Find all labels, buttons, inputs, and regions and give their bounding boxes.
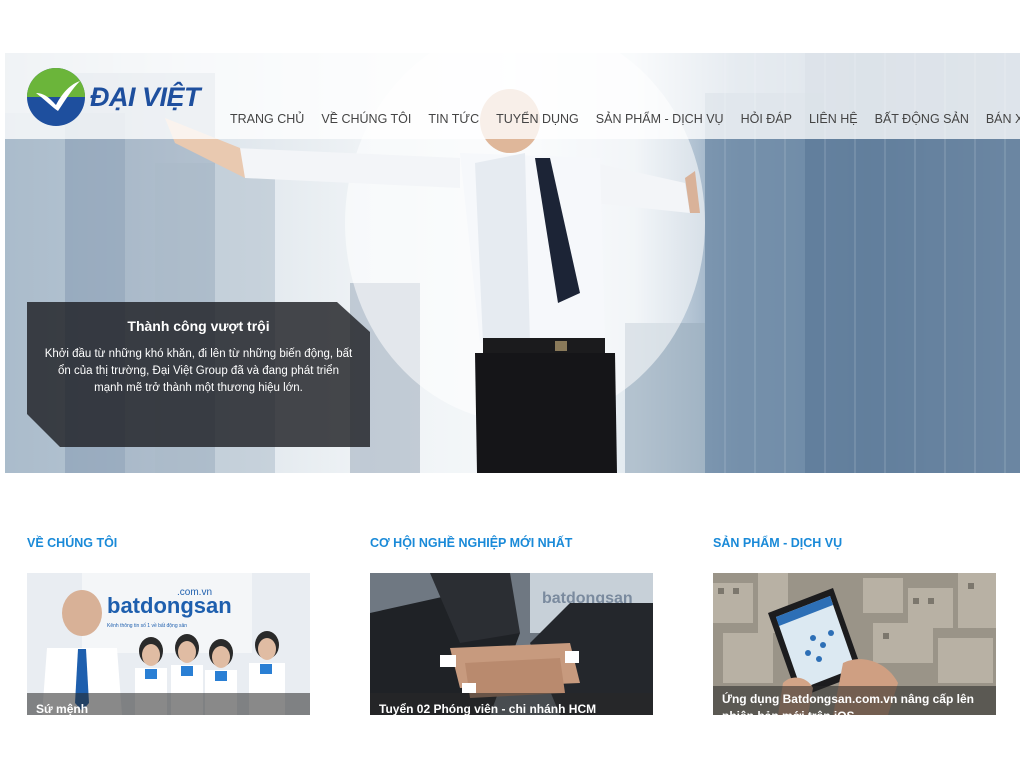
nav-item-real-estate[interactable]: BẤT ĐỘNG SẢN [875, 112, 969, 126]
careers-card[interactable]: batdongsan Tuyển 02 Phóng viên - chi nhá… [370, 573, 653, 715]
section-title[interactable]: SẢN PHẨM - DỊCH VỤ [713, 536, 996, 552]
card-caption[interactable]: Ứng dụng Batdongsan.com.vn nâng cấp lên … [713, 686, 996, 715]
top-navigation-bar: ĐẠI VIỆT TRANG CHỦ VỀ CHÚNG TÔI TIN TỨC … [5, 53, 1020, 139]
section-title[interactable]: CƠ HỘI NGHỀ NGHIỆP MỚI NHẤT [370, 536, 653, 552]
card-caption[interactable]: Sứ mệnh [27, 693, 310, 715]
nav-item-about[interactable]: VỀ CHÚNG TÔI [321, 112, 411, 126]
hero-caption: Thành công vượt trội Khởi đầu từ những k… [27, 302, 370, 447]
section-products: SẢN PHẨM - DỊCH VỤ Ứng dụng Batdongsan.c… [713, 536, 996, 715]
section-title[interactable]: VỀ CHÚNG TÔI [27, 536, 310, 552]
brand-logo[interactable]: ĐẠI VIỆT [26, 67, 216, 127]
nav-item-contact[interactable]: LIÊN HỆ [809, 112, 858, 126]
about-card[interactable]: batdongsan .com.vn Kênh thông tin số 1 v… [27, 573, 310, 715]
hero-banner: ĐẠI VIỆT TRANG CHỦ VỀ CHÚNG TÔI TIN TỨC … [5, 53, 1020, 473]
sign-slogan: Kênh thông tin số 1 về bất động sản [107, 623, 187, 629]
nav-item-faq[interactable]: HỎI ĐÁP [741, 112, 792, 126]
section-careers: CƠ HỘI NGHỀ NGHIỆP MỚI NHẤT batdongsan T… [370, 536, 653, 715]
sign-text: batdongsan [107, 593, 232, 618]
products-card[interactable]: Ứng dụng Batdongsan.com.vn nâng cấp lên … [713, 573, 996, 715]
card-caption[interactable]: Tuyển 02 Phóng viên - chi nhánh HCM [370, 693, 653, 715]
section-about: VỀ CHÚNG TÔI batdongsan .com.vn Kênh thô… [27, 536, 310, 715]
brand-name: ĐẠI VIỆT [90, 81, 201, 112]
main-menu: TRANG CHỦ VỀ CHÚNG TÔI TIN TỨC TUYỂN DỤN… [230, 112, 1020, 126]
nav-item-careers[interactable]: TUYỂN DỤNG [496, 112, 579, 126]
bird-logo-icon [27, 68, 85, 126]
nav-item-news[interactable]: TIN TỨC [428, 112, 479, 126]
nav-item-cars[interactable]: BÁN XE HƠI [986, 112, 1020, 126]
sign-domain: .com.vn [177, 587, 212, 598]
nav-item-home[interactable]: TRANG CHỦ [230, 112, 304, 126]
nav-item-products[interactable]: SẢN PHẨM - DỊCH VỤ [596, 112, 724, 126]
hero-caption-text: Khởi đầu từ những khó khăn, đi lên từ nh… [44, 348, 353, 394]
hero-caption-title: Thành công vượt trội [127, 318, 270, 334]
